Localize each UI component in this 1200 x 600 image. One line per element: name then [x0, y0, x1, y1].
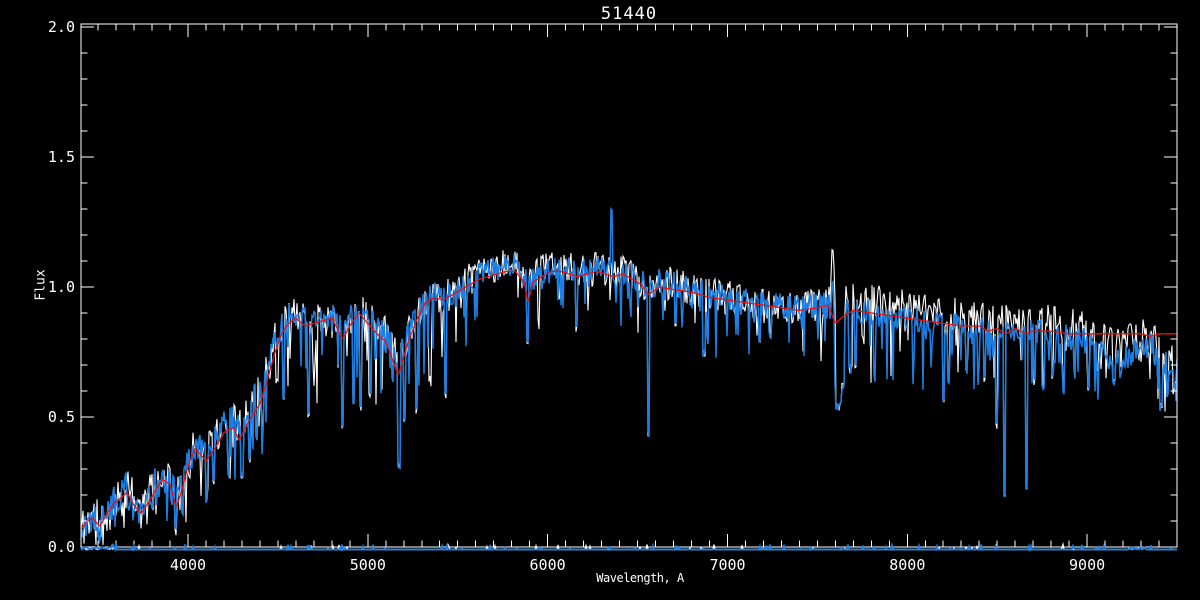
x-tick-label: 6000: [530, 556, 566, 574]
x-axis-label: Wavelength, A: [596, 571, 684, 585]
template-fit-red: [81, 270, 1177, 530]
y-axis-label: Flux: [33, 269, 49, 301]
observed-spectrum-blue: [81, 206, 1177, 544]
y-tick-label: 0.0: [48, 538, 75, 556]
y-tick-label: 1.5: [48, 148, 75, 166]
y-tick-label: 2.0: [48, 18, 75, 36]
spectrum-viewer: 4000 5000 6000 7000 8000 9000 0.0 0.5 1.0 1.5 2.0 …: [0, 0, 1200, 600]
x-tick-label: 8000: [889, 556, 925, 574]
x-tick-label: 4000: [170, 556, 206, 574]
y-tick-label: 1.0: [48, 278, 75, 296]
error-spectrum-blue: [80, 542, 1177, 553]
spectra-group: [81, 206, 1177, 545]
x-tick-label: 5000: [350, 556, 386, 574]
plot-title: 51440: [600, 4, 658, 24]
spectrum-plot-canvas: 4000 5000 6000 7000 8000 9000 0.0 0.5 1.0 1.5 2.0: [48, 18, 1178, 574]
x-tick-label: 7000: [709, 556, 745, 574]
x-tick-label: 9000: [1069, 556, 1105, 574]
y-tick-label: 0.5: [48, 408, 75, 426]
